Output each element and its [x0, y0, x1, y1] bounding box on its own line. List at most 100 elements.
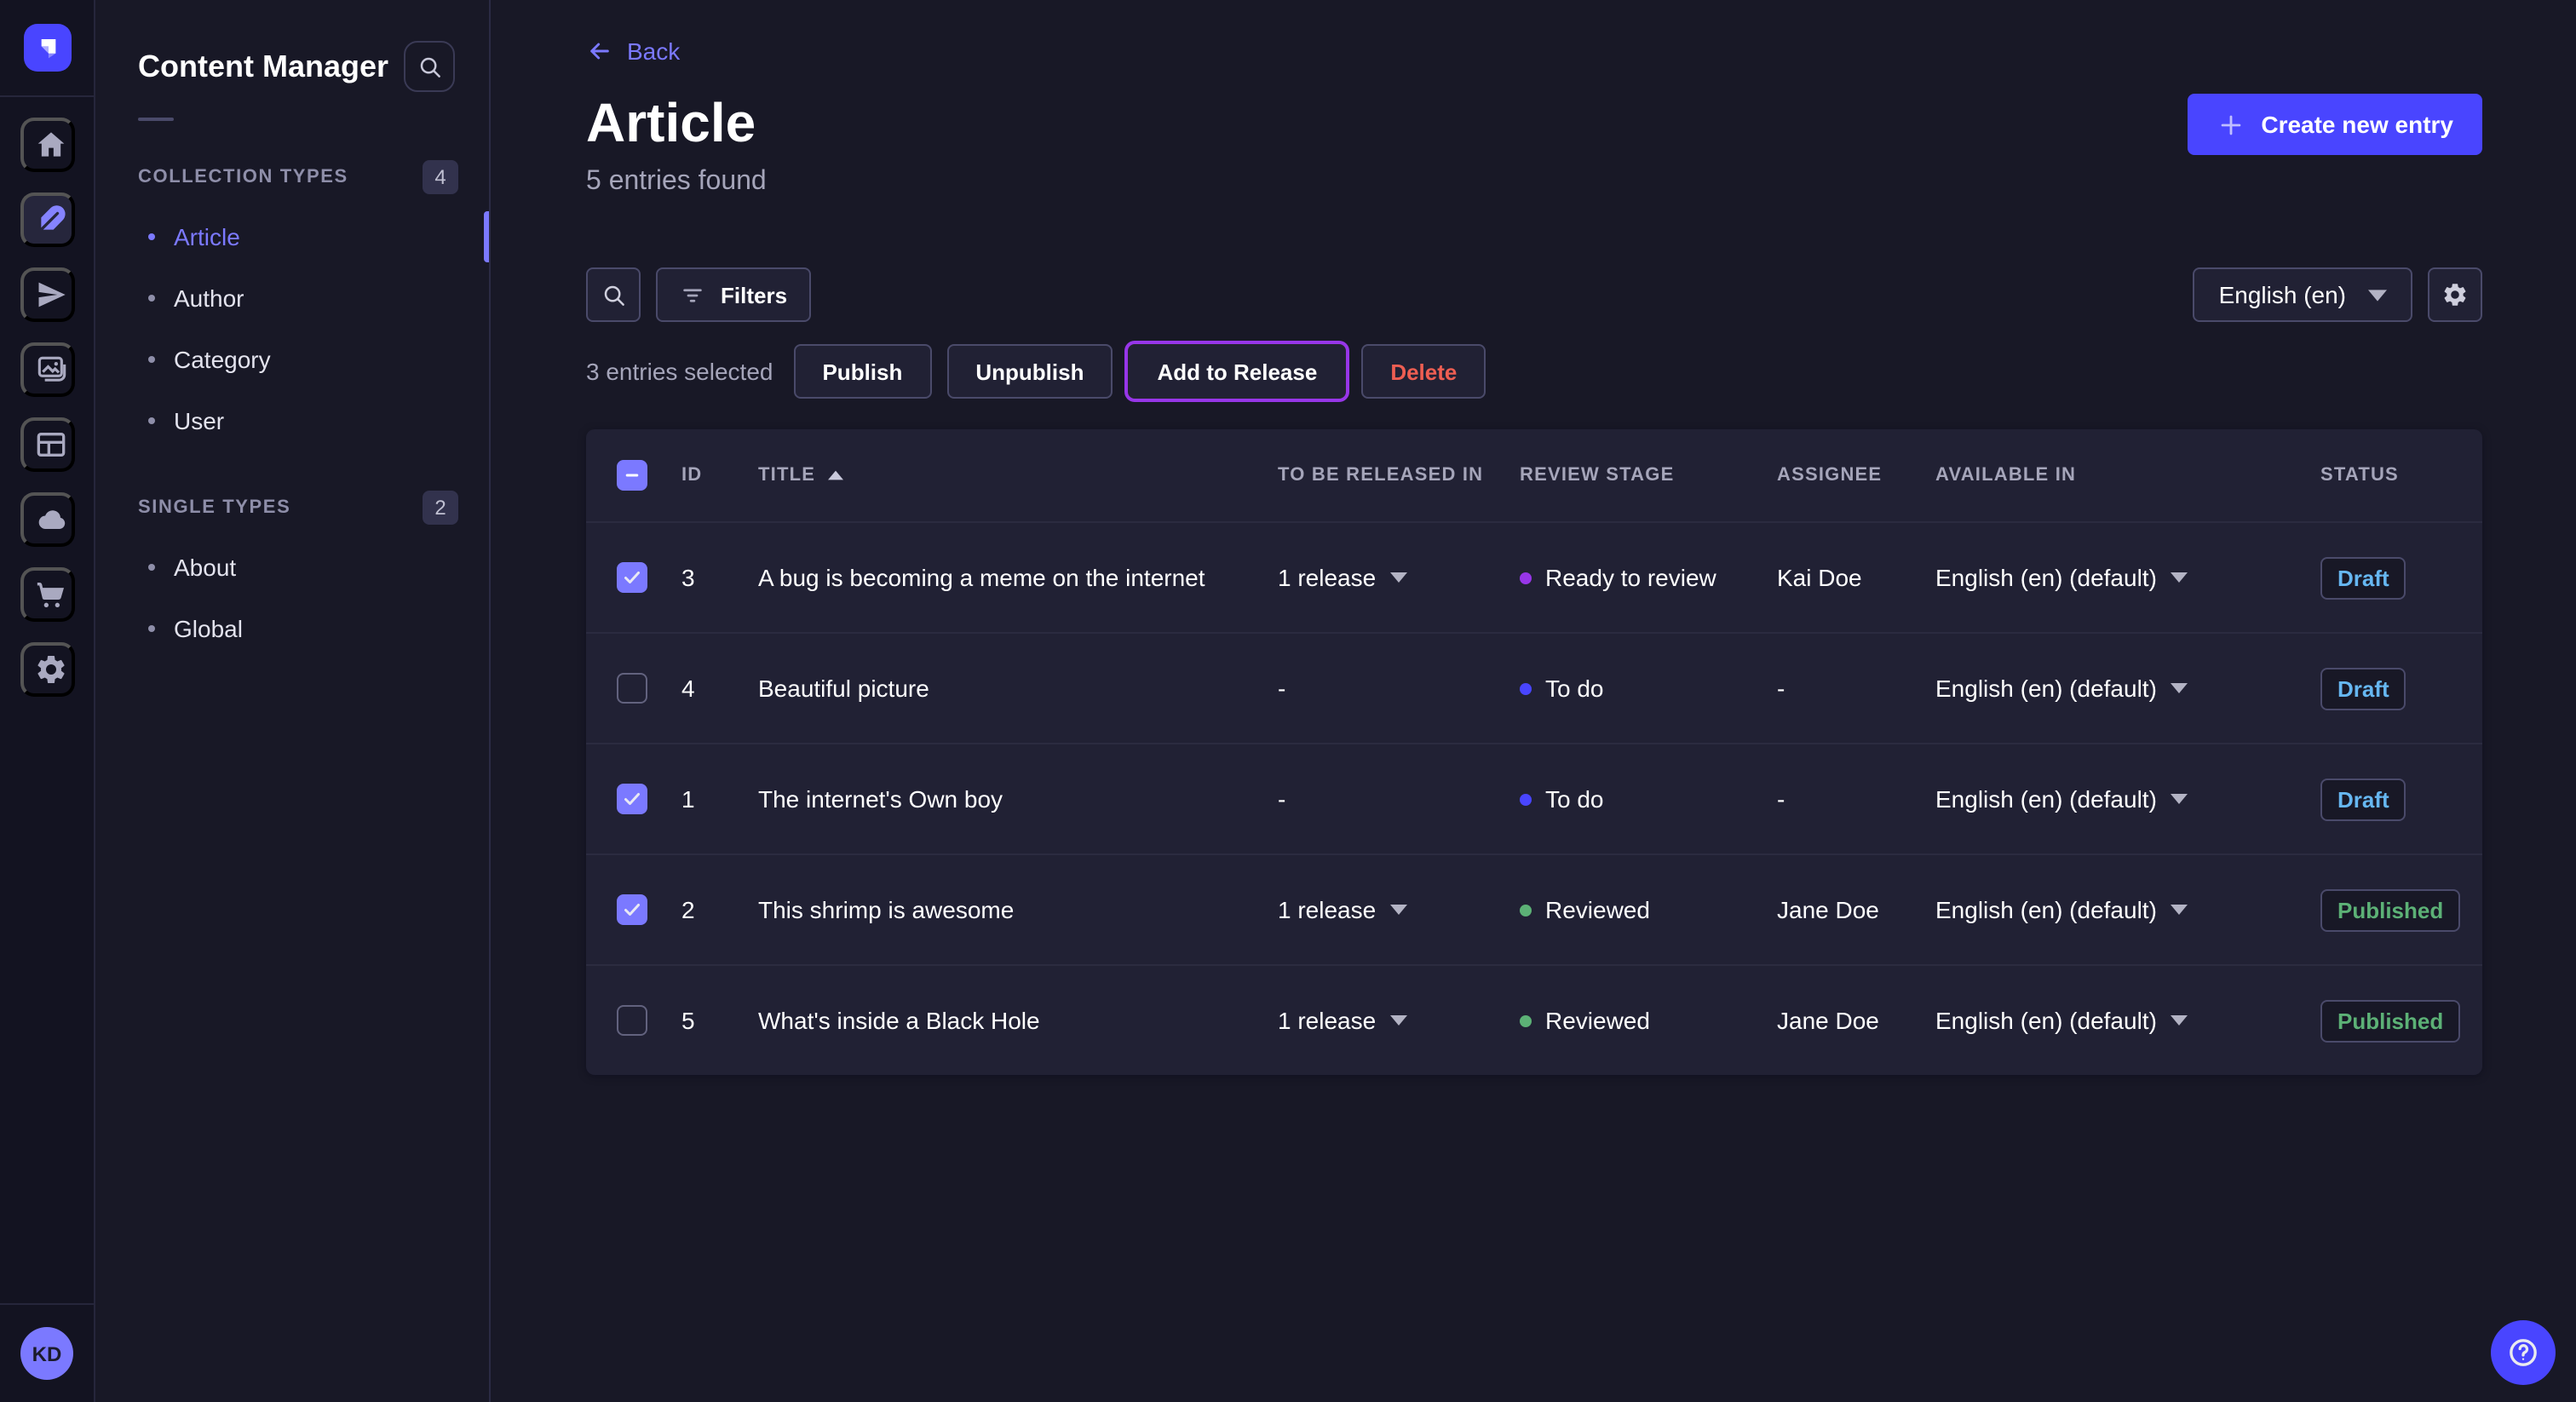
row-locale-dropdown[interactable]: English (en) (default)	[1935, 1007, 2320, 1034]
sidebar-item-category[interactable]: Category	[95, 329, 489, 390]
sidebar-item-global[interactable]: Global	[95, 598, 489, 659]
table-row[interactable]: 3A bug is becoming a meme on the interne…	[586, 521, 2482, 632]
row-assignee: Jane Doe	[1777, 1007, 1935, 1034]
filters-label: Filters	[721, 282, 787, 307]
row-locale-value: English (en) (default)	[1935, 785, 2157, 813]
sidebar-item-article[interactable]: Article	[95, 206, 489, 267]
row-checkbox[interactable]	[617, 784, 647, 814]
chevron-down-icon	[2171, 794, 2188, 804]
table-row[interactable]: 1The internet's Own boy-To do-English (e…	[586, 743, 2482, 853]
table-row[interactable]: 2This shrimp is awesome1 releaseReviewed…	[586, 853, 2482, 964]
row-review-stage: Reviewed	[1520, 896, 1777, 923]
row-release-dropdown[interactable]: 1 release	[1278, 1007, 1520, 1034]
column-header-status[interactable]: STATUS	[2320, 465, 2482, 486]
add-to-release-button[interactable]: Add to Release	[1128, 344, 1346, 399]
media-library-icon[interactable]	[20, 342, 74, 397]
search-entries-button[interactable]	[586, 267, 641, 322]
column-header-label: TO BE RELEASED IN	[1278, 465, 1483, 486]
back-link[interactable]: Back	[586, 34, 680, 68]
row-checkbox[interactable]	[617, 894, 647, 925]
table-body: 3A bug is becoming a meme on the interne…	[586, 521, 2482, 1075]
status-badge: Draft	[2320, 778, 2406, 820]
row-title: The internet's Own boy	[758, 785, 1278, 813]
strapi-logo[interactable]	[23, 24, 71, 72]
row-checkbox[interactable]	[617, 673, 647, 704]
strapi-logo-icon	[33, 34, 60, 61]
content-manager-icon[interactable]	[20, 192, 74, 247]
status-badge: Published	[2320, 888, 2460, 931]
row-release-value: 1 release	[1278, 564, 1376, 591]
releases-icon[interactable]	[20, 267, 74, 322]
column-header-assignee[interactable]: ASSIGNEE	[1777, 465, 1935, 486]
row-review-value: Reviewed	[1545, 1007, 1650, 1034]
sidebar-item-label: Category	[174, 346, 271, 373]
row-release-value: 1 release	[1278, 1007, 1376, 1034]
row-review-stage: Ready to review	[1520, 564, 1777, 591]
row-locale-dropdown[interactable]: English (en) (default)	[1935, 896, 2320, 923]
column-header-label: AVAILABLE IN	[1935, 465, 2076, 486]
row-locale-dropdown[interactable]: English (en) (default)	[1935, 564, 2320, 591]
column-header-review-stage[interactable]: REVIEW STAGE	[1520, 465, 1777, 486]
sidebar-sections: COLLECTION TYPES4ArticleAuthorCategoryUs…	[95, 158, 489, 659]
back-label: Back	[627, 37, 680, 65]
filters-button[interactable]: Filters	[656, 267, 811, 322]
plus-icon	[2217, 110, 2245, 139]
publish-button[interactable]: Publish	[793, 344, 931, 399]
row-checkbox[interactable]	[617, 1005, 647, 1036]
search-icon	[417, 54, 442, 79]
column-header-available-in[interactable]: AVAILABLE IN	[1935, 465, 2320, 486]
sidebar-item-label: Author	[174, 284, 244, 312]
stage-dot-icon	[1520, 682, 1532, 694]
strapi-admin-app: KD Content Manager COLLECTION TYPES4Arti…	[0, 0, 2576, 1402]
row-review-value: To do	[1545, 785, 1604, 813]
table-row[interactable]: 5What's inside a Black Hole1 releaseRevi…	[586, 964, 2482, 1075]
column-header-to-be-released-in[interactable]: TO BE RELEASED IN	[1278, 465, 1520, 486]
column-header-label: TITLE	[758, 465, 815, 486]
column-header-label: REVIEW STAGE	[1520, 465, 1674, 486]
row-assignee: Kai Doe	[1777, 564, 1935, 591]
page-title: Article	[586, 92, 756, 153]
select-all-checkbox[interactable]	[617, 460, 647, 491]
unpublish-button[interactable]: Unpublish	[946, 344, 1113, 399]
locale-select[interactable]: English (en)	[2194, 267, 2412, 322]
row-id: 4	[681, 675, 758, 702]
sidebar-item-author[interactable]: Author	[95, 267, 489, 329]
cloud-icon[interactable]	[20, 492, 74, 547]
row-id: 2	[681, 896, 758, 923]
create-entry-label: Create new entry	[2261, 111, 2453, 138]
row-release-value: 1 release	[1278, 896, 1376, 923]
row-locale-value: English (en) (default)	[1935, 896, 2157, 923]
row-locale-dropdown[interactable]: English (en) (default)	[1935, 675, 2320, 702]
row-release-dropdown[interactable]: 1 release	[1278, 564, 1520, 591]
delete-button[interactable]: Delete	[1361, 344, 1486, 399]
user-avatar[interactable]: KD	[20, 1327, 73, 1380]
row-id: 3	[681, 564, 758, 591]
chevron-down-icon	[2171, 1015, 2188, 1026]
create-entry-button[interactable]: Create new entry	[2188, 94, 2482, 155]
table-row[interactable]: 4Beautiful picture-To do-English (en) (d…	[586, 632, 2482, 743]
row-release-value: -	[1278, 675, 1285, 702]
stage-dot-icon	[1520, 572, 1532, 583]
column-header-label: ID	[681, 465, 702, 486]
nav-rail: KD	[0, 0, 95, 1402]
bullet-icon	[148, 233, 155, 240]
sidebar-search-button[interactable]	[404, 41, 455, 92]
row-release-dropdown[interactable]: 1 release	[1278, 896, 1520, 923]
content-type-builder-icon[interactable]	[20, 417, 74, 472]
help-button[interactable]	[2491, 1320, 2556, 1385]
column-header-title[interactable]: TITLE	[758, 465, 1278, 486]
column-header-id[interactable]: ID	[681, 465, 758, 486]
marketplace-icon[interactable]	[20, 567, 74, 622]
row-checkbox[interactable]	[617, 562, 647, 593]
row-locale-value: English (en) (default)	[1935, 1007, 2157, 1034]
sidebar-item-user[interactable]: User	[95, 390, 489, 451]
home-icon[interactable]	[20, 118, 74, 172]
view-settings-button[interactable]	[2428, 267, 2482, 322]
main-content: Back Article Create new entry 5 entries …	[491, 0, 2576, 1402]
settings-icon[interactable]	[20, 642, 74, 697]
sidebar-item-about[interactable]: About	[95, 537, 489, 598]
row-locale-dropdown[interactable]: English (en) (default)	[1935, 785, 2320, 813]
bullet-icon	[148, 295, 155, 302]
chevron-down-icon	[2171, 683, 2188, 693]
section-count-badge: 4	[423, 160, 458, 194]
